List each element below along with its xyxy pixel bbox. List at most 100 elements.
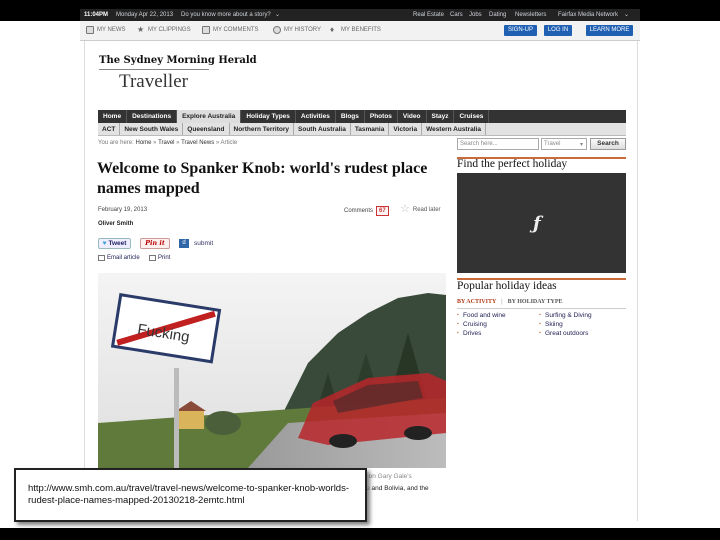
link-skiing[interactable]: Skiing xyxy=(539,320,592,329)
breadcrumb: You are here: Home » Travel » Travel New… xyxy=(98,140,238,146)
newspaper-logo[interactable]: The Sydney Morning Herald xyxy=(99,55,257,66)
envelope-icon xyxy=(98,255,105,261)
comments-count: 67 xyxy=(376,206,389,216)
tab-separator: | xyxy=(501,299,503,305)
flash-plugin-icon[interactable]: ƒ xyxy=(533,213,541,234)
tweet-label: Tweet xyxy=(108,240,127,247)
clock-icon xyxy=(273,26,281,34)
nav-home[interactable]: Home xyxy=(98,110,128,123)
road-sign-photo: Fucking xyxy=(98,273,446,468)
my-history-label: MY HISTORY xyxy=(284,27,322,33)
search-input[interactable]: Search here... xyxy=(457,138,539,150)
my-comments-link[interactable]: MY COMMENTS xyxy=(202,26,259,34)
nav-photos[interactable]: Photos xyxy=(365,110,398,123)
link-fairfax-network[interactable]: Fairfax Media Network xyxy=(558,9,618,21)
link-surfing-diving[interactable]: Surfing & Diving xyxy=(539,311,592,320)
utility-bar: MY NEWS ★ MY CLIPPINGS MY COMMENTS MY HI… xyxy=(80,21,640,41)
subnav-western-australia[interactable]: Western Australia xyxy=(422,123,486,135)
trophy-icon: ♦ xyxy=(330,25,335,34)
nav-video[interactable]: Video xyxy=(398,110,427,123)
signup-button[interactable]: SIGN-UP xyxy=(504,25,537,36)
print-link[interactable]: Print xyxy=(149,255,170,261)
breadcrumb-article: Article xyxy=(220,140,238,146)
chevron-down-icon: ▾ xyxy=(579,142,583,148)
submit-button[interactable]: d submit xyxy=(179,238,213,249)
breadcrumb-home[interactable]: Home xyxy=(135,140,151,146)
my-benefits-link[interactable]: ♦ MY BENEFITS xyxy=(330,26,381,34)
my-clippings-link[interactable]: ★ MY CLIPPINGS xyxy=(137,26,191,34)
link-cars[interactable]: Cars xyxy=(450,9,463,21)
read-later-button[interactable]: ☆ Read later xyxy=(400,204,441,215)
chevron-down-icon: ⌄ xyxy=(624,12,630,18)
link-drives[interactable]: Drives xyxy=(457,329,506,338)
breadcrumb-travel-news[interactable]: Travel News xyxy=(181,140,214,146)
article-author: Oliver Smith xyxy=(98,221,134,227)
subnav-northern-territory[interactable]: Northern Territory xyxy=(230,123,295,135)
nav-holiday-types[interactable]: Holiday Types xyxy=(241,110,296,123)
popular-tabs: BY ACTIVITY | BY HOLIDAY TYPE xyxy=(457,299,563,305)
top-bar: 11:04PM Monday Apr 22, 2013 Do you know … xyxy=(0,0,720,21)
subnav-nsw[interactable]: New South Wales xyxy=(120,123,184,135)
link-cruising[interactable]: Cruising xyxy=(457,320,506,329)
nav-blogs[interactable]: Blogs xyxy=(336,110,365,123)
link-great-outdoors[interactable]: Great outdoors xyxy=(539,329,592,338)
nav-explore-australia[interactable]: Explore Australia xyxy=(177,110,242,123)
email-article-label: Email article xyxy=(107,255,140,261)
star-icon: ★ xyxy=(137,25,145,34)
my-comments-label: MY COMMENTS xyxy=(213,27,259,33)
tab-by-activity[interactable]: BY ACTIVITY xyxy=(457,299,496,305)
link-food-wine[interactable]: Food and wine xyxy=(457,311,506,320)
twitter-bird-icon: ♥ xyxy=(102,240,107,247)
source-url-box: http://www.smh.com.au/travel/travel-news… xyxy=(14,468,367,522)
flash-video-player[interactable] xyxy=(457,173,626,273)
search-scope-select[interactable]: Travel ▾ xyxy=(541,138,587,150)
comments-label: Comments xyxy=(344,208,374,214)
my-news-link[interactable]: MY NEWS xyxy=(86,26,126,34)
subnav-victoria[interactable]: Victoria xyxy=(389,123,423,135)
my-history-link[interactable]: MY HISTORY xyxy=(273,26,321,34)
nav-cruises[interactable]: Cruises xyxy=(454,110,490,123)
link-jobs[interactable]: Jobs xyxy=(469,9,482,21)
bottom-bar xyxy=(0,528,720,540)
nav-destinations[interactable]: Destinations xyxy=(127,110,178,123)
section-logo[interactable]: Traveller xyxy=(119,71,188,93)
tab-by-holiday-type[interactable]: BY HOLIDAY TYPE xyxy=(508,299,563,305)
email-article-link[interactable]: Email article xyxy=(98,255,140,261)
story-prompt-link[interactable]: Do you know more about a story? xyxy=(181,9,271,21)
breadcrumb-travel[interactable]: Travel xyxy=(158,140,174,146)
subnav-queensland[interactable]: Queensland xyxy=(183,123,230,135)
secondary-nav: ACT New South Wales Queensland Northern … xyxy=(98,123,626,136)
link-newsletters[interactable]: Newsletters xyxy=(515,9,546,21)
masthead-divider xyxy=(99,69,209,70)
search-scope-value: Travel xyxy=(544,141,561,147)
article-headline: Welcome to Spanker Knob: world's rudest … xyxy=(97,160,428,197)
chevron-down-icon: ⌄ xyxy=(275,12,281,18)
submit-label: submit xyxy=(194,240,214,247)
nav-activities[interactable]: Activities xyxy=(296,110,336,123)
tab-underline xyxy=(457,308,626,309)
article-photo: Fucking xyxy=(98,273,446,468)
link-dating[interactable]: Dating xyxy=(489,9,506,21)
slide: { "topbar": { "time": "11:04PM", "date":… xyxy=(0,0,720,540)
learn-more-button[interactable]: LEARN MORE xyxy=(586,25,633,36)
article-date: February 19, 2013 xyxy=(98,207,148,213)
clock-time: 11:04PM xyxy=(84,12,109,18)
popular-ideas-title: Popular holiday ideas xyxy=(457,280,557,292)
link-real-estate[interactable]: Real Estate xyxy=(413,9,444,21)
submit-icon: d xyxy=(179,239,189,248)
find-holiday-title: Find the perfect holiday xyxy=(457,158,568,170)
pin-it-button[interactable]: Pin it xyxy=(140,238,170,249)
printer-icon xyxy=(149,255,156,261)
nav-stayz[interactable]: Stayz xyxy=(427,110,455,123)
activity-list-col2: Surfing & Diving Skiing Great outdoors xyxy=(539,311,592,338)
comments-link[interactable]: Comments 67 xyxy=(344,206,389,216)
print-label: Print xyxy=(158,255,171,261)
login-button[interactable]: LOG IN xyxy=(544,25,572,36)
my-news-label: MY NEWS xyxy=(97,27,126,33)
tweet-button[interactable]: ♥ Tweet xyxy=(98,238,131,249)
subnav-south-australia[interactable]: South Australia xyxy=(294,123,351,135)
subnav-act[interactable]: ACT xyxy=(98,123,121,135)
my-benefits-label: MY BENEFITS xyxy=(341,27,381,33)
subnav-tasmania[interactable]: Tasmania xyxy=(351,123,390,135)
search-button[interactable]: Search xyxy=(590,138,626,150)
